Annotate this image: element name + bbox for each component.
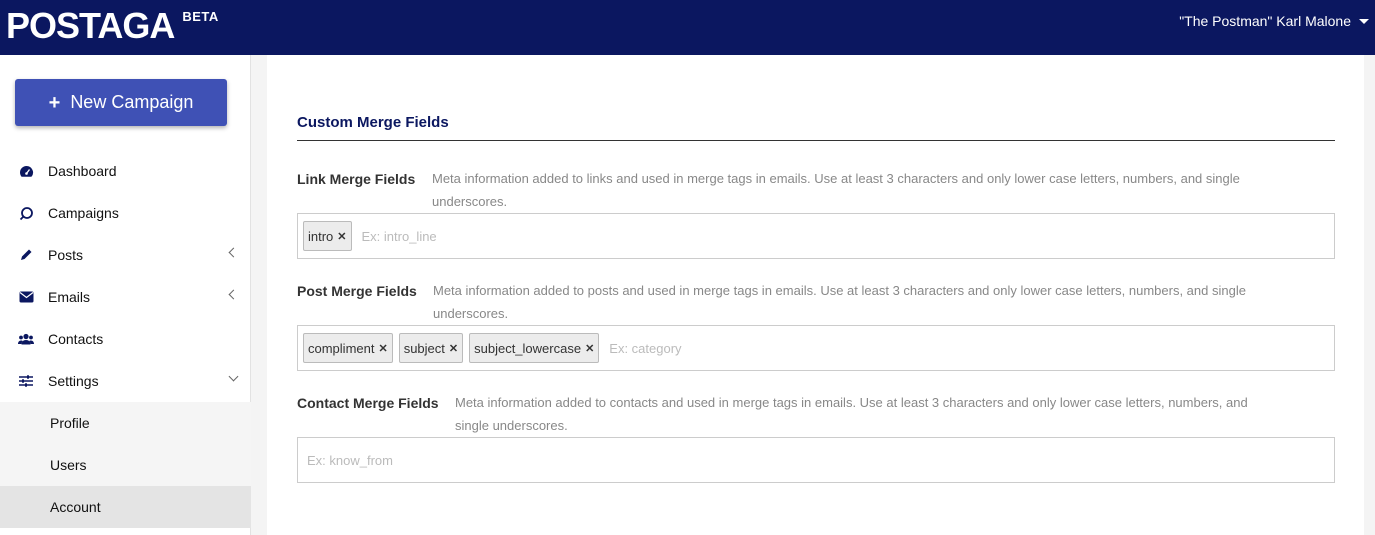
contact-merge-fields-entry[interactable] xyxy=(303,452,603,468)
sidebar-item-settings[interactable]: Settings xyxy=(0,360,251,402)
new-campaign-button[interactable]: + New Campaign xyxy=(15,79,227,126)
chevron-left-icon xyxy=(228,289,239,300)
remove-tag-icon[interactable]: ✕ xyxy=(585,342,594,355)
link-merge-fields-entry[interactable] xyxy=(357,228,658,244)
users-icon xyxy=(18,331,34,347)
sidebar: + New Campaign Dashboard Campaigns Posts xyxy=(0,55,251,535)
tag-label: intro xyxy=(308,228,334,244)
settings-submenu: Profile Users Account xyxy=(0,402,251,528)
contact-merge-fields-label: Contact Merge Fields xyxy=(297,395,439,411)
user-name: "The Postman" Karl Malone xyxy=(1179,13,1351,29)
section-title: Custom Merge Fields xyxy=(297,114,449,131)
postaga-logo[interactable]: POSTAGA BETA xyxy=(6,6,219,46)
envelope-icon xyxy=(18,289,34,305)
sidebar-item-label: Contacts xyxy=(48,331,104,347)
caret-down-icon xyxy=(1359,18,1369,24)
sidebar-item-dashboard[interactable]: Dashboard xyxy=(0,150,251,192)
beta-badge: BETA xyxy=(182,9,219,24)
plus-icon: + xyxy=(48,91,61,114)
sidebar-item-label: Dashboard xyxy=(48,163,117,179)
campaigns-icon xyxy=(18,205,34,221)
sidebar-item-label: Posts xyxy=(48,247,84,263)
tag-chip: compliment ✕ xyxy=(303,333,393,363)
sidebar-subitem-label: Users xyxy=(50,457,87,473)
remove-tag-icon[interactable]: ✕ xyxy=(378,342,387,355)
section-divider xyxy=(297,140,1335,141)
sidebar-item-posts[interactable]: Posts xyxy=(0,234,251,276)
link-merge-fields-label: Link Merge Fields xyxy=(297,171,416,187)
sidebar-subitem-users[interactable]: Users xyxy=(0,444,251,486)
new-campaign-label: New Campaign xyxy=(70,92,194,112)
tag-chip: subject ✕ xyxy=(398,333,464,363)
chevron-left-icon xyxy=(228,247,239,258)
remove-tag-icon[interactable]: ✕ xyxy=(337,230,346,243)
dashboard-icon xyxy=(18,163,34,179)
tag-chip: intro ✕ xyxy=(303,221,352,251)
post-merge-fields-entry[interactable] xyxy=(605,340,906,356)
post-merge-fields-input[interactable]: compliment ✕ subject ✕ subject_lowercase… xyxy=(297,325,1335,371)
sidebar-item-campaigns[interactable]: Campaigns xyxy=(0,192,251,234)
tag-label: compliment xyxy=(308,340,375,356)
sidebar-item-label: Emails xyxy=(48,289,91,305)
pencil-icon xyxy=(18,247,34,263)
post-merge-fields-label: Post Merge Fields xyxy=(297,283,417,299)
link-merge-fields-help: Meta information added to links and used… xyxy=(432,171,1240,209)
sliders-icon xyxy=(18,373,34,389)
link-merge-fields-input[interactable]: intro ✕ xyxy=(297,213,1335,259)
sidebar-subitem-profile[interactable]: Profile xyxy=(0,402,251,444)
user-menu[interactable]: "The Postman" Karl Malone xyxy=(1179,13,1369,29)
sidebar-subitem-account[interactable]: Account xyxy=(0,486,251,528)
logo-text: POSTAGA xyxy=(6,5,175,46)
sidebar-item-contacts[interactable]: Contacts xyxy=(0,318,251,360)
remove-tag-icon[interactable]: ✕ xyxy=(449,342,458,355)
top-navbar: POSTAGA BETA "The Postman" Karl Malone xyxy=(0,0,1375,55)
sidebar-subitem-label: Account xyxy=(50,499,101,515)
tag-label: subject xyxy=(403,340,445,356)
chevron-down-icon xyxy=(228,371,239,382)
tag-label: subject_lowercase xyxy=(474,340,582,356)
tag-chip: subject_lowercase ✕ xyxy=(469,333,600,363)
sidebar-item-emails[interactable]: Emails xyxy=(0,276,251,318)
sidebar-nav: Dashboard Campaigns Posts Emails Contact… xyxy=(0,150,251,528)
sidebar-subitem-label: Profile xyxy=(50,415,90,431)
contact-merge-fields-help: Meta information added to contacts and u… xyxy=(455,395,1248,433)
sidebar-item-label: Campaigns xyxy=(48,205,119,221)
contact-merge-fields-input[interactable] xyxy=(297,437,1335,483)
post-merge-fields-help: Meta information added to posts and used… xyxy=(433,283,1246,321)
sidebar-item-label: Settings xyxy=(48,373,99,389)
